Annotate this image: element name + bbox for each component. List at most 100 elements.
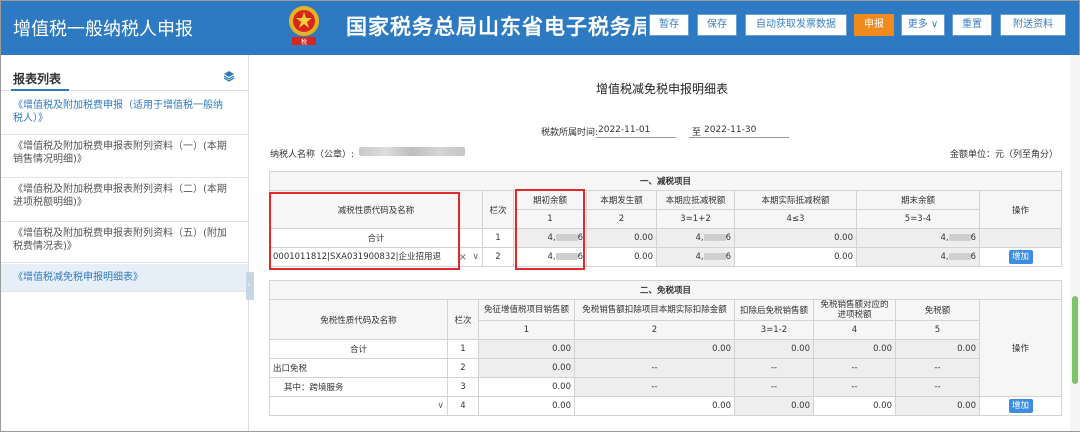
chevron-left-icon: ‹ — [247, 280, 251, 289]
app-title: 增值税一般纳税人申报 — [13, 19, 193, 40]
exemption-cell: -- — [734, 358, 814, 378]
exemption-cell: -- — [895, 358, 980, 378]
chevron-down-icon: ∨ — [930, 19, 939, 30]
reduction-total-op — [978, 228, 1063, 248]
value-suffix: 6 — [725, 233, 731, 243]
exemption-cell[interactable]: 0.00 — [478, 377, 575, 397]
exemption-formula-1: 1 — [478, 320, 575, 340]
exemption-formula-3: 3=1-2 — [734, 320, 814, 340]
exemption-cell: -- — [574, 377, 735, 397]
reduction-row-header: 栏次 — [482, 190, 514, 229]
exemption-formula-4: 4 — [813, 320, 896, 340]
chevron-down-icon[interactable]: ∨ — [472, 249, 479, 266]
exemption-cell: 0.00 — [813, 339, 896, 359]
exemption-cell: -- — [574, 358, 735, 378]
exemption-cell[interactable]: 0.00 — [813, 396, 896, 416]
table-row: ∨ 4 0.00 0.00 0.00 0.00 0.00 增加 — [269, 396, 1063, 416]
app-window: 增值税一般纳税人申报 税 国家税务总局山东省电子税务局 暂存 保存 自动获取发票… — [0, 0, 1080, 432]
add-reduction-row-button[interactable]: 增加 — [1008, 250, 1033, 264]
value-prefix: 4, — [695, 233, 704, 243]
value-prefix: 4, — [695, 252, 704, 262]
value-suffix: 6 — [725, 252, 731, 262]
exemption-code-select-box[interactable]: ∨ — [273, 398, 444, 415]
declare-button[interactable]: 申报 — [854, 14, 894, 36]
more-button[interactable]: 更多 ∨ — [901, 14, 945, 36]
exemption-cell[interactable]: 0.00 — [574, 396, 735, 416]
sidebar-title-underline — [11, 89, 69, 91]
redacted-blur — [948, 253, 971, 260]
vertical-scrollbar[interactable] — [1070, 55, 1080, 431]
reduction-data-c2[interactable]: 0.00 — [586, 247, 657, 267]
value-suffix: 6 — [970, 252, 976, 262]
exemption-cell: 0.00 — [574, 339, 735, 359]
add-exemption-row-button[interactable]: 增加 — [1008, 399, 1033, 413]
sidebar-title: 报表列表 — [13, 72, 62, 86]
exemption-cell: -- — [734, 377, 814, 397]
exemption-col4-header: 免税销售额对应的进项税额 — [813, 299, 896, 321]
reset-button[interactable]: 重置 — [952, 14, 992, 36]
reduction-formula-4: 4≤3 — [734, 209, 857, 229]
reduction-section-title: 一、减税项目 — [268, 171, 1063, 191]
attach-docs-button[interactable]: 附送资料 — [1000, 14, 1066, 36]
value-prefix: 4, — [940, 252, 949, 262]
exemption-cell: -- — [813, 377, 896, 397]
exemption-cell: 0.00 — [895, 339, 980, 359]
exemption-row-no: 2 — [447, 358, 479, 378]
exemption-row-no: 3 — [447, 377, 479, 397]
save-draft-button[interactable]: 暂存 — [649, 14, 689, 36]
more-label: 更多 — [907, 19, 928, 30]
reduction-col3-header: 本期应抵减税额 — [656, 190, 735, 210]
reduction-data-c4[interactable]: 0.00 — [734, 247, 857, 267]
exemption-total-name: 合计 — [269, 339, 448, 359]
sidebar-item-schedule-2[interactable]: 《增值税及附加税费申报表附列资料（二）(本期进项税额明细)》 — [1, 179, 248, 222]
reduction-data-c3: 4, 6 — [656, 247, 735, 267]
reduction-total-c4: 0.00 — [734, 228, 857, 248]
reduction-formula-2: 2 — [586, 209, 657, 229]
sidebar-collapse-handle[interactable]: ‹ — [246, 272, 254, 300]
redacted-blur — [948, 234, 971, 241]
exemption-col5-header: 免税额 — [895, 299, 980, 321]
sidebar: 报表列表 《增值税及附加税费申报（适用于增值税一般纳税人）》 《增值税及附加税费… — [1, 55, 249, 431]
sidebar-item-schedule-1[interactable]: 《增值税及附加税费申报表附列资料（一）(本期销售情况明细)》 — [1, 136, 248, 178]
currency-unit: 金额单位：元（列至角分） — [949, 150, 1058, 160]
sidebar-item-schedule-5[interactable]: 《增值税及附加税费申报表附列资料（五）(附加税费情况表)》 — [1, 223, 248, 263]
exemption-cell: 0.00 — [734, 339, 814, 359]
exemption-export-name: 出口免税 — [269, 358, 448, 378]
sidebar-header: 报表列表 — [1, 63, 249, 91]
main-content: 增值税减免税申报明细表 税款所属时间: 2022-11-01 至 2022-11… — [256, 55, 1068, 431]
reduction-formula-5: 5=3-4 — [856, 209, 980, 229]
taxpayer-name-label: 纳税人名称（公章）: — [270, 150, 355, 160]
svg-text:税: 税 — [301, 38, 307, 46]
chevron-down-icon[interactable]: ∨ — [437, 398, 444, 415]
exemption-formula-2: 2 — [574, 320, 735, 340]
scrollbar-thumb[interactable] — [1072, 296, 1078, 384]
top-header: 增值税一般纳税人申报 税 国家税务总局山东省电子税务局 暂存 保存 自动获取发票… — [1, 1, 1079, 55]
exemption-op-header: 操作 — [978, 299, 1063, 397]
exemption-cell: 0.00 — [734, 396, 814, 416]
sidebar-item-reduction-detail[interactable]: 《增值税减免税申报明细表》 — [1, 264, 248, 292]
highlight-box-code — [269, 192, 460, 270]
exemption-cell: -- — [895, 377, 980, 397]
exemption-code-header: 免税性质代码及名称 — [269, 299, 448, 340]
sidebar-item-main-return[interactable]: 《增值税及附加税费申报（适用于增值税一般纳税人）》 — [1, 95, 248, 135]
reduction-col2-header: 本期发生额 — [586, 190, 657, 210]
exemption-op-cell: 增加 — [978, 396, 1063, 416]
auto-invoice-button[interactable]: 自动获取发票数据 — [745, 14, 847, 36]
layers-icon[interactable] — [223, 70, 235, 82]
exemption-row-header: 栏次 — [447, 299, 479, 340]
reduction-op-header: 操作 — [978, 190, 1063, 229]
reduction-data-row-no: 2 — [482, 247, 514, 267]
exemption-cell: -- — [813, 358, 896, 378]
exemption-cell[interactable]: 0.00 — [478, 396, 575, 416]
exemption-code-select[interactable]: ∨ — [269, 396, 448, 416]
redacted-blur — [703, 234, 726, 241]
save-button[interactable]: 保存 — [697, 14, 737, 36]
exemption-section-title: 二、免税项目 — [268, 280, 1063, 300]
table-row: 出口免税 2 0.00 -- -- -- -- — [269, 358, 1062, 378]
period-start-field[interactable]: 2022-11-01 — [598, 125, 650, 135]
taxpayer-name-redacted — [359, 147, 465, 156]
reduction-formula-3: 3=1+2 — [656, 209, 735, 229]
bureau-title: 国家税务总局山东省电子税务局 — [346, 15, 646, 39]
reduction-data-c5: 4, 6 — [856, 247, 980, 267]
period-end-field[interactable]: 2022-11-30 — [704, 125, 756, 135]
